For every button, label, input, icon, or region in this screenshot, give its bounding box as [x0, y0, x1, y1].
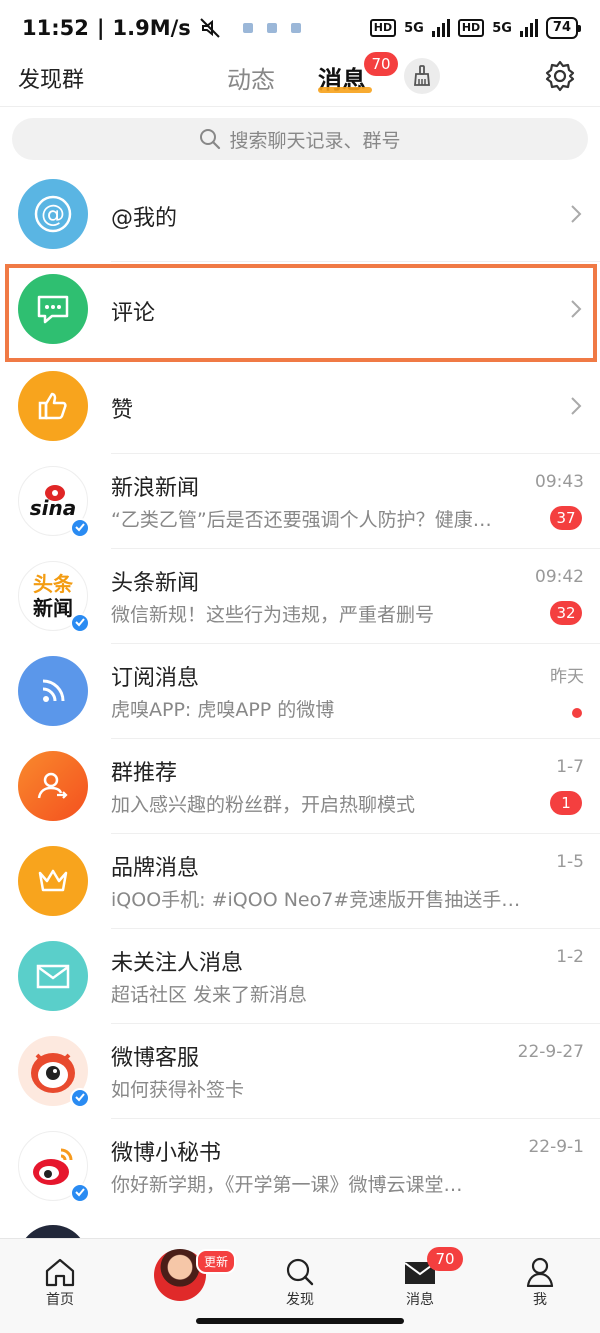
hd-badge-2: HD: [457, 19, 485, 37]
row-title: 微博小秘书: [111, 1141, 222, 1166]
search-placeholder: 搜索聊天记录、群号: [229, 129, 401, 152]
top-header: 发现群 动态 消息 70: [0, 52, 600, 106]
row-time: 22-9-1: [528, 1137, 584, 1157]
list-item-brand-messages[interactable]: 品牌消息 iQOO手机: #iQOO Neo7#竞速版开售抽送手… 1-5: [0, 834, 600, 929]
gear-icon: [545, 60, 575, 92]
notification-icons: [242, 23, 301, 33]
row-subtitle: iQOO手机: #iQOO Neo7#竞速版开售抽送手…: [111, 889, 521, 911]
row-title: 赞: [111, 398, 134, 423]
chevron-right-icon: [571, 205, 582, 223]
discover-group-button[interactable]: 发现群: [18, 62, 84, 94]
verified-icon: [70, 613, 90, 633]
crown-icon: [18, 846, 88, 916]
row-subtitle: 加入感兴趣的粉丝群，开启热聊模式: [111, 794, 416, 816]
nav-discover[interactable]: 发现: [260, 1239, 340, 1309]
row-subtitle: 你好新学期，《开学第一课》微博云课堂…: [111, 1174, 463, 1196]
list-item-weibo-secretary[interactable]: 微博小秘书 你好新学期，《开学第一课》微博云课堂… 22-9-1: [0, 1119, 600, 1214]
signal-icon: [431, 19, 450, 37]
unread-count-badge: 1: [550, 791, 582, 815]
header-divider: [0, 106, 600, 107]
row-subtitle: “乙类乙管”后是否还要强调个人防护？健康…: [111, 509, 492, 531]
nav-messages-badge: 70: [427, 1247, 463, 1271]
unread-count-badge: 37: [550, 506, 582, 530]
list-item-likes[interactable]: 赞: [0, 359, 600, 454]
battery-icon: 74: [545, 17, 582, 39]
nav-home-label: 首页: [46, 1292, 74, 1308]
network-label: 5G: [404, 20, 424, 36]
nav-me[interactable]: 我: [500, 1239, 580, 1309]
status-time: 11:52: [22, 16, 89, 40]
status-bar: 11:52 | 1.9M/s HD 5G HD 5G 74: [0, 0, 600, 56]
row-subtitle: 微信新规！这些行为违规，严重者删号: [111, 604, 435, 626]
home-indicator: [196, 1318, 404, 1324]
row-title: 微博客服: [111, 1046, 200, 1071]
network-label-2: 5G: [492, 20, 512, 36]
svg-text:sina: sina: [30, 496, 77, 520]
nav-home[interactable]: 首页: [20, 1239, 100, 1309]
row-time: 昨天: [550, 667, 584, 687]
list-item-stranger-messages[interactable]: 未关注人消息 超话社区 发来了新消息 1-2: [0, 929, 600, 1024]
rss-icon: [18, 656, 88, 726]
list-item-weibo-service[interactable]: 微博客服 如何获得补签卡 22-9-27: [0, 1024, 600, 1119]
signal-icon-2: [519, 19, 538, 37]
row-subtitle: 超话社区 发来了新消息: [111, 984, 308, 1006]
status-right: HD 5G HD 5G 74: [369, 17, 582, 39]
row-time: 22-9-27: [517, 1042, 584, 1062]
row-title: 新浪新闻: [111, 476, 200, 501]
verified-icon: [70, 1183, 90, 1203]
svg-text:@: @: [41, 200, 65, 228]
verified-icon: [70, 518, 90, 538]
row-title: @我的: [111, 206, 178, 231]
list-item-subscriptions[interactable]: 订阅消息 虎嗅APP: 虎嗅APP 的微博 昨天: [0, 644, 600, 739]
row-title: 头条新闻: [111, 571, 200, 596]
chevron-right-icon: [571, 397, 582, 415]
row-title: 未关注人消息: [111, 951, 244, 976]
broom-icon: [414, 65, 430, 86]
list-item-mentions[interactable]: @ @我的: [0, 167, 600, 262]
user-icon: [526, 1257, 554, 1287]
unread-count-badge: 32: [550, 601, 582, 625]
row-time: 1-7: [556, 757, 584, 777]
unread-dot: [572, 708, 582, 718]
row-subtitle: 虎嗅APP: 虎嗅APP 的微博: [111, 699, 335, 721]
active-tab-indicator: [318, 87, 372, 93]
search-icon: [200, 129, 221, 150]
row-subtitle: 如何获得补签卡: [111, 1079, 245, 1101]
row-time: 09:43: [535, 472, 584, 492]
list-item-sina-news[interactable]: sina 新浪新闻 “乙类乙管”后是否还要强调个人防护？健康… 09:43 37: [0, 454, 600, 549]
status-speed: 1.9M/s: [112, 16, 191, 40]
status-left: 11:52 | 1.9M/s: [22, 16, 301, 40]
group-user-icon: [18, 751, 88, 821]
row-title: 品牌消息: [111, 856, 200, 881]
search-icon: [286, 1258, 314, 1286]
row-time: 09:42: [535, 567, 584, 587]
tab-dynamic[interactable]: 动态: [227, 60, 275, 95]
nav-me-label: 我: [533, 1292, 547, 1308]
messages-tab-badge: 70: [364, 52, 398, 76]
nav-discover-label: 发现: [286, 1292, 314, 1308]
row-time: 1-2: [556, 947, 584, 967]
verified-icon: [70, 1088, 90, 1108]
settings-button[interactable]: [542, 58, 578, 94]
update-tag: 更新: [196, 1249, 237, 1274]
mute-icon: [200, 18, 220, 38]
row-title: 订阅消息: [111, 666, 200, 691]
home-icon: [45, 1258, 75, 1287]
row-title: 群推荐: [111, 761, 178, 786]
list-item-headline-news[interactable]: 头条 新闻 头条新闻 微信新规！这些行为违规，严重者删号 09:42 32: [0, 549, 600, 644]
search-bar[interactable]: 搜索聊天记录、群号: [12, 118, 588, 160]
mail-icon: [18, 941, 88, 1011]
clear-unread-button[interactable]: [404, 58, 440, 94]
list-item-group-recommend[interactable]: 群推荐 加入感兴趣的粉丝群，开启热聊模式 1-7 1: [0, 739, 600, 834]
nav-messages-label: 消息: [406, 1292, 434, 1308]
hd-badge: HD: [369, 19, 397, 37]
row-time: 1-5: [556, 852, 584, 872]
thumbs-up-icon: [18, 371, 88, 441]
at-icon: @: [18, 179, 88, 249]
highlight-box: [5, 264, 597, 362]
